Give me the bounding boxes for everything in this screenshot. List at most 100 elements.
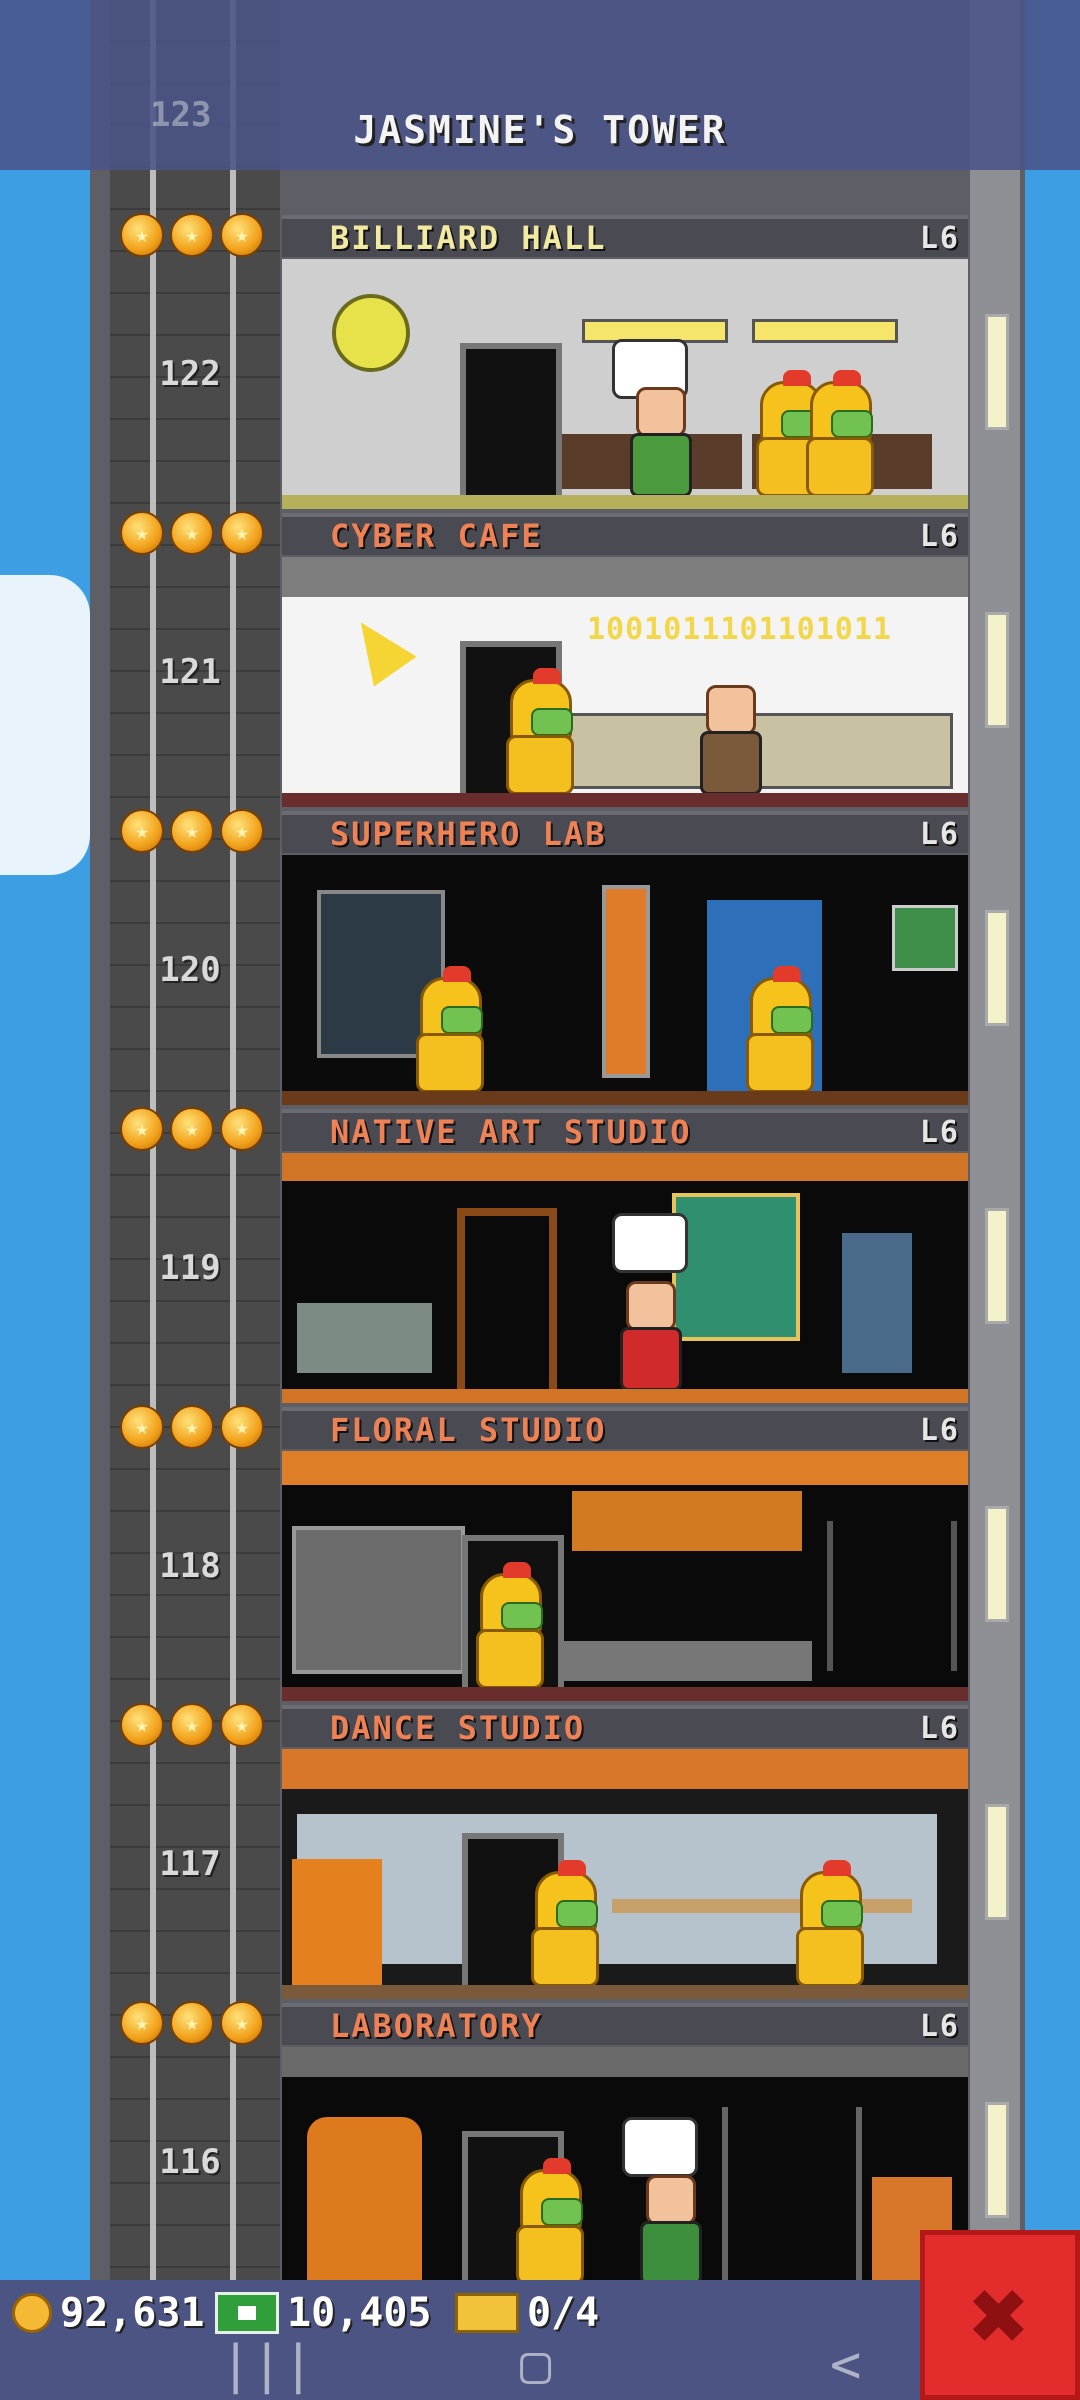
chicken-body <box>746 1033 814 1093</box>
bitizen-chicken[interactable] <box>792 1860 864 1987</box>
lab-shelf <box>722 2107 862 2287</box>
floor-stars: ★ ★ ★ <box>120 1107 264 1151</box>
chicken-head <box>480 1562 543 1637</box>
bitizen[interactable] <box>632 2169 702 2285</box>
home-icon[interactable]: ▢ <box>520 2335 551 2395</box>
chicken-comb <box>833 370 861 386</box>
bitizen-head <box>706 685 756 735</box>
tickets-counter[interactable]: 0/4 <box>455 2290 599 2336</box>
coin-icon <box>12 2293 52 2333</box>
star-icon: ★ <box>120 809 164 853</box>
rail-light <box>985 2102 1009 2218</box>
chicken-body <box>416 1033 484 1093</box>
ticket-icon <box>455 2293 519 2333</box>
chicken-body <box>806 437 874 497</box>
billiard-ball-decor <box>332 294 410 372</box>
bitizen-chicken[interactable] <box>512 2158 584 2285</box>
floor-header[interactable]: BILLIARD HALL L6 <box>282 215 968 257</box>
chicken-head <box>750 966 813 1041</box>
bitizen-chicken[interactable] <box>472 1562 544 1689</box>
floor-number: 120 <box>159 950 221 990</box>
chicken-head <box>420 966 483 1041</box>
star-icon: ★ <box>120 1405 164 1449</box>
room-cyber[interactable]: 1001011101101011 <box>282 557 968 807</box>
chicken-head <box>520 2158 583 2233</box>
floor-header[interactable]: DANCE STUDIO L6 <box>282 1705 968 1747</box>
room-floor <box>282 1985 968 1999</box>
star-icon: ★ <box>220 511 264 555</box>
floor-header[interactable]: NATIVE ART STUDIO L6 <box>282 1109 968 1151</box>
room-floral[interactable] <box>282 1451 968 1701</box>
chicken-face <box>556 1900 598 1928</box>
floor-stars: ★ ★ ★ <box>120 1703 264 1747</box>
rail-light <box>985 910 1009 1026</box>
room-native[interactable] <box>282 1153 968 1403</box>
room-dance[interactable] <box>282 1749 968 1999</box>
floor-name: NATIVE ART STUDIO <box>330 1113 692 1151</box>
floor-level: L6 <box>919 816 960 852</box>
chicken-head <box>535 1860 598 1935</box>
rail-light <box>985 1506 1009 1622</box>
bitizen[interactable] <box>692 679 762 795</box>
floor-stars: ★ ★ ★ <box>120 511 264 555</box>
bitizen-chicken[interactable] <box>802 370 874 497</box>
recents-icon[interactable]: ||| <box>220 2335 314 2395</box>
bitizen-body <box>630 433 692 497</box>
star-icon: ★ <box>170 1703 214 1747</box>
chicken-comb <box>558 1860 586 1876</box>
bitizen-chicken[interactable] <box>502 668 574 795</box>
room-door <box>460 343 562 509</box>
floor-header[interactable]: FLORAL STUDIO L6 <box>282 1407 968 1449</box>
floor-header[interactable]: CYBER CAFE L6 <box>282 513 968 555</box>
room-billiard[interactable] <box>282 259 968 509</box>
chicken-face <box>441 1006 483 1034</box>
rail-light <box>985 1208 1009 1324</box>
chicken-body <box>531 1927 599 1987</box>
close-button[interactable]: ✖ <box>920 2230 1080 2400</box>
lab-capsule <box>307 2117 422 2287</box>
bitizen-body <box>640 2221 702 2285</box>
back-icon[interactable]: < <box>830 2335 861 2395</box>
bitizen-head <box>626 1281 676 1331</box>
bitizen-body <box>700 731 762 795</box>
floor-level: L6 <box>919 1710 960 1746</box>
room-lab[interactable] <box>282 2047 968 2297</box>
floor-header[interactable]: LABORATORY L6 <box>282 2003 968 2045</box>
bitizen[interactable] <box>612 1275 682 1391</box>
bitizen[interactable] <box>622 381 692 497</box>
tower-bux-icon <box>215 2292 279 2334</box>
star-icon: ★ <box>220 1703 264 1747</box>
bitizen-chicken[interactable] <box>527 1860 599 1987</box>
chicken-body <box>516 2225 584 2285</box>
chicken-face <box>531 708 573 736</box>
star-icon: ★ <box>170 213 214 257</box>
bitizen-chicken[interactable] <box>412 966 484 1093</box>
room-floor <box>282 1389 968 1403</box>
bitizen-body <box>620 1327 682 1391</box>
floor-name: SUPERHERO LAB <box>330 815 607 853</box>
room-floor <box>282 793 968 807</box>
bitizen-chicken[interactable] <box>742 966 814 1093</box>
star-icon: ★ <box>120 2001 164 2045</box>
floor-number: 119 <box>159 1248 221 1288</box>
coins-counter[interactable]: 92,631 <box>12 2290 205 2336</box>
floor-header[interactable]: SUPERHERO LAB L6 <box>282 811 968 853</box>
star-icon: ★ <box>220 1405 264 1449</box>
star-icon: ★ <box>220 2001 264 2045</box>
chicken-head <box>800 1860 863 1935</box>
star-icon: ★ <box>170 1107 214 1151</box>
bux-counter[interactable]: 10,405 <box>215 2290 432 2336</box>
star-icon: ★ <box>120 213 164 257</box>
stage-lights <box>282 1749 968 1789</box>
room-floor <box>282 1687 968 1701</box>
tower-title[interactable]: JASMINE'S TOWER <box>0 108 1080 152</box>
room-floor <box>282 495 968 509</box>
room-hero[interactable] <box>282 855 968 1105</box>
floor-number: 122 <box>159 354 221 394</box>
chicken-comb <box>543 2158 571 2174</box>
chicken-body <box>476 1629 544 1689</box>
floor-stars: ★ ★ ★ <box>120 1405 264 1449</box>
star-icon: ★ <box>120 1107 164 1151</box>
chicken-face <box>821 1900 863 1928</box>
speech-bubble <box>622 2117 698 2177</box>
